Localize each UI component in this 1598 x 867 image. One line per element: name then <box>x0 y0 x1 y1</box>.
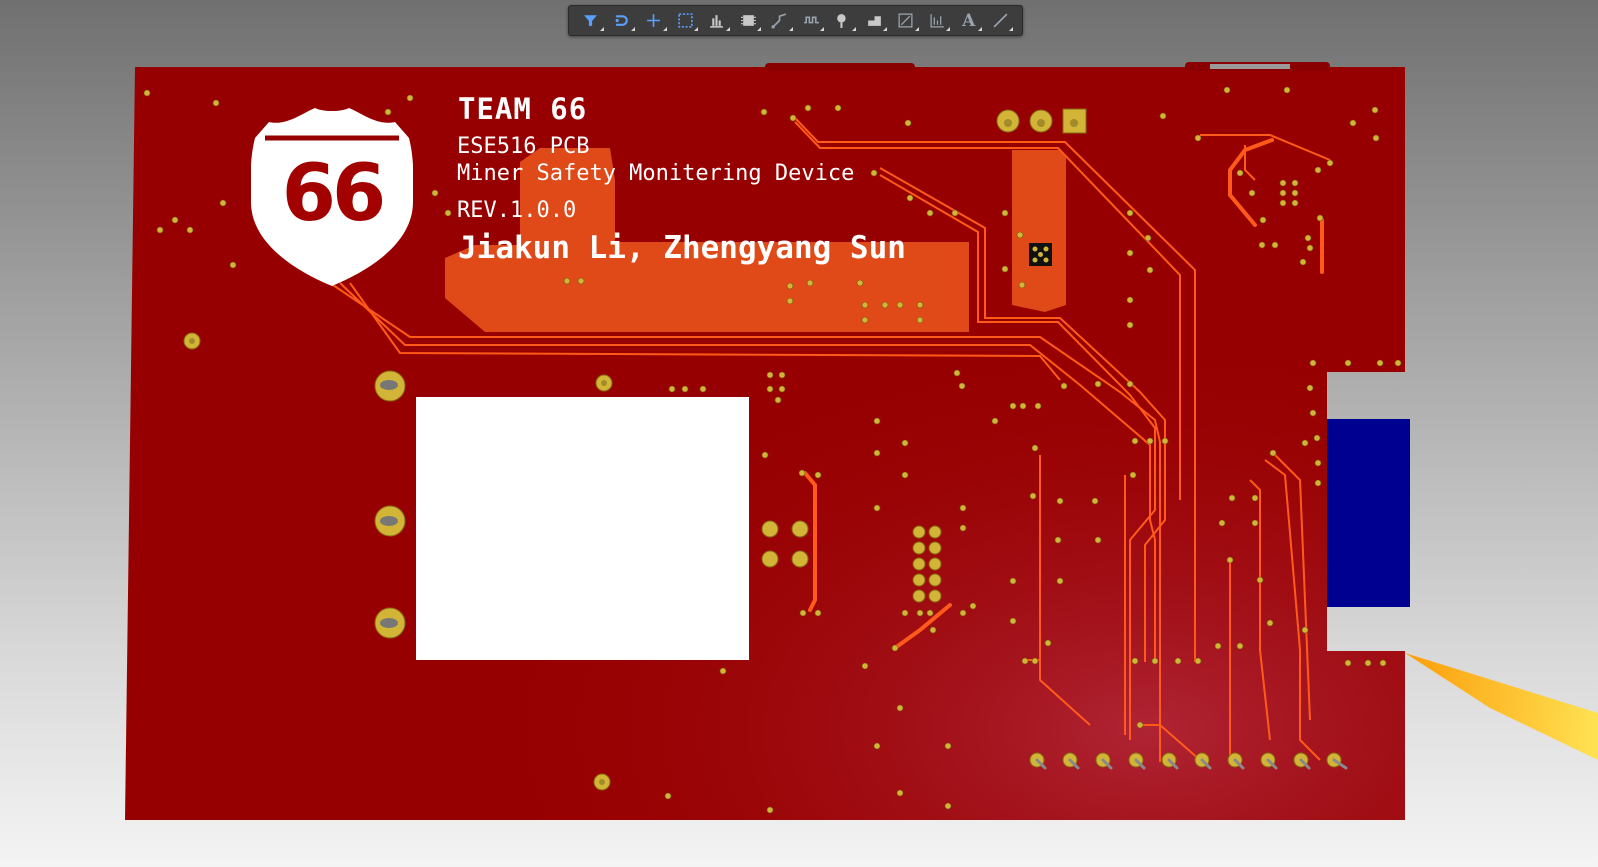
blue-connector[interactable] <box>1327 419 1410 607</box>
route-icon <box>771 13 787 29</box>
interactive-routing-button[interactable] <box>607 8 639 33</box>
silkscreen-course: ESE516 PCB <box>457 134 590 159</box>
light-beam <box>1405 653 1598 760</box>
silkscreen-authors: Jiakun Li, Zhengyang Sun <box>458 230 906 266</box>
select-rectangle-icon <box>678 13 693 28</box>
logo-text: 66 <box>281 149 387 239</box>
dimension-icon <box>898 13 913 28</box>
align-icon <box>710 15 724 28</box>
dimension-button[interactable] <box>890 8 922 33</box>
place-cross-button[interactable] <box>638 8 670 33</box>
graphic-button[interactable] <box>922 8 954 33</box>
tune-length-button[interactable] <box>796 8 828 33</box>
pcb-toolbar: A <box>568 5 1023 36</box>
filter-button[interactable] <box>575 8 607 33</box>
line-icon <box>993 13 1008 28</box>
line-button[interactable] <box>985 8 1017 33</box>
small-component <box>1029 243 1052 266</box>
polygon-pour-icon <box>867 16 881 26</box>
graphic-icon <box>930 14 944 28</box>
component-icon <box>740 15 756 26</box>
align-button[interactable] <box>701 8 733 33</box>
route-66-logo: 66 <box>250 102 414 286</box>
interactive-routing-icon <box>615 15 628 26</box>
via-icon <box>837 14 846 28</box>
filter-icon <box>584 15 598 26</box>
white-component-area[interactable] <box>416 397 749 660</box>
select-rectangle-button[interactable] <box>670 8 702 33</box>
tune-length-icon <box>803 16 819 24</box>
place-cross-icon <box>647 14 661 27</box>
text-icon: A <box>962 10 976 31</box>
text-button[interactable]: A <box>953 8 985 33</box>
silkscreen-team: TEAM 66 <box>458 92 588 126</box>
component-button[interactable] <box>733 8 765 33</box>
polygon-pour-button[interactable] <box>859 8 891 33</box>
silkscreen-revision: REV.1.0.0 <box>457 198 577 223</box>
via-button[interactable] <box>827 8 859 33</box>
silkscreen-project: Miner Safety Monitering Device <box>457 161 855 186</box>
route-button[interactable] <box>764 8 796 33</box>
